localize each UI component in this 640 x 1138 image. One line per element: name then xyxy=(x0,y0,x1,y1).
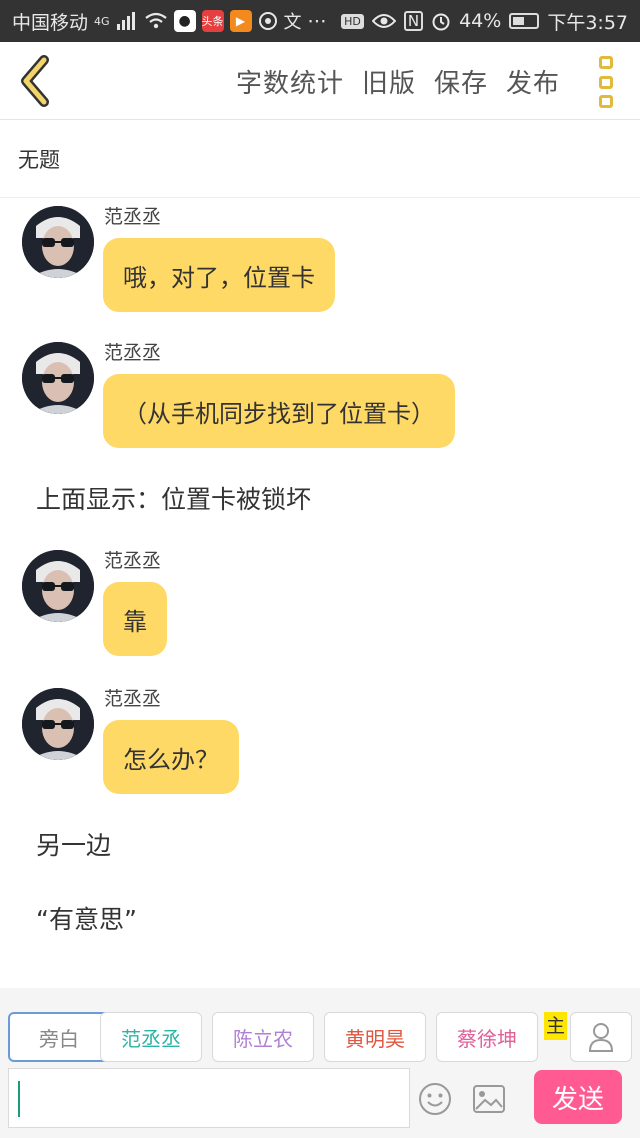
text-cursor xyxy=(18,1081,20,1117)
wifi-icon xyxy=(144,12,167,29)
chat-message[interactable]: 范丞丞 怎么办？ xyxy=(22,684,282,796)
main-character-tag[interactable]: 主 xyxy=(544,1012,568,1040)
role-fan-chengcheng[interactable]: 范丞丞 xyxy=(100,1012,202,1062)
message-bubble: （从手机同步找到了位置卡） xyxy=(103,374,455,448)
avatar xyxy=(22,206,94,278)
role-narrator[interactable]: 旁白 xyxy=(8,1012,110,1062)
character-manage-button[interactable] xyxy=(570,1012,632,1062)
video-app-icon: ▶ xyxy=(229,10,252,32)
more-icon[interactable] xyxy=(594,56,618,108)
message-bubble: 怎么办？ xyxy=(103,720,239,794)
editor-toolbar: 字数统计 旧版 保存 发布 xyxy=(0,42,640,120)
sender-name: 范丞丞 xyxy=(104,688,162,710)
back-arrow-icon xyxy=(21,55,49,107)
role-label: 黄明昊 xyxy=(345,1026,405,1051)
signal-icon xyxy=(116,12,135,30)
publish-button[interactable]: 发布 xyxy=(506,63,560,100)
avatar xyxy=(22,342,94,414)
narration-text[interactable]: “有意思” xyxy=(36,900,137,936)
sender-name: 范丞丞 xyxy=(104,342,162,364)
nfc-icon: N xyxy=(403,11,424,31)
network-type: 4G xyxy=(94,14,110,28)
chat-area: 范丞丞 哦，对了，位置卡 范丞丞 （从手机同步找到了位置卡） 上面显示：位置卡被… xyxy=(0,198,640,988)
more-notifications-icon: ⋯ xyxy=(307,10,327,32)
avatar xyxy=(22,550,94,622)
chat-message[interactable]: 范丞丞 哦，对了，位置卡 xyxy=(22,202,382,314)
battery-icon xyxy=(509,13,540,29)
role-chen-linong[interactable]: 陈立农 xyxy=(212,1012,314,1062)
alarm-icon xyxy=(432,13,450,31)
role-selector: 旁白 范丞丞 陈立农 黄明昊 蔡徐坤 xyxy=(8,1012,568,1062)
avatar xyxy=(22,688,94,760)
composer-panel: 旁白 范丞丞 陈立农 黄明昊 蔡徐坤 主 发送 xyxy=(0,988,640,1138)
role-huang-minghao[interactable]: 黄明昊 xyxy=(324,1012,426,1062)
sender-name: 范丞丞 xyxy=(104,206,162,228)
message-bubble: 靠 xyxy=(103,582,167,656)
translate-icon: 文 xyxy=(283,12,302,33)
back-button[interactable] xyxy=(14,54,58,108)
role-label: 蔡徐坤 xyxy=(457,1026,517,1051)
old-version-button[interactable]: 旧版 xyxy=(362,63,416,100)
role-cai-xukun[interactable]: 蔡徐坤 xyxy=(436,1012,538,1062)
word-count-button[interactable]: 字数统计 xyxy=(236,63,344,100)
role-label: 陈立农 xyxy=(233,1026,293,1051)
status-bar: 中国移动 4G ● 头条 ▶ 文 ⋯ HD N 44% 下午3:57 xyxy=(0,0,640,42)
save-button[interactable]: 保存 xyxy=(434,63,488,100)
image-icon[interactable] xyxy=(472,1083,506,1115)
story-title-row[interactable]: 无题 xyxy=(0,120,640,198)
chat-message[interactable]: 范丞丞 （从手机同步找到了位置卡） xyxy=(22,338,522,450)
narration-text[interactable]: 另一边 xyxy=(36,826,111,862)
hd-icon: HD xyxy=(341,13,364,29)
narration-text[interactable]: 上面显示：位置卡被锁坏 xyxy=(36,480,311,516)
role-label: 旁白 xyxy=(39,1026,79,1051)
story-title: 无题 xyxy=(18,147,60,172)
eye-icon xyxy=(371,14,396,28)
role-label: 范丞丞 xyxy=(121,1026,181,1051)
toutiao-badge-text: 头条 xyxy=(201,15,224,28)
toutiao-app-icon: 头条 xyxy=(201,10,224,32)
clock: 下午3:57 xyxy=(547,11,628,34)
send-button[interactable]: 发送 xyxy=(534,1070,622,1124)
message-input[interactable] xyxy=(8,1068,410,1128)
message-bubble: 哦，对了，位置卡 xyxy=(103,238,335,312)
paw-app-icon: ● xyxy=(173,10,196,32)
person-icon xyxy=(588,1023,614,1052)
sender-name: 范丞丞 xyxy=(104,550,162,572)
shield-icon xyxy=(258,12,277,30)
chat-message[interactable]: 范丞丞 靠 xyxy=(22,546,242,658)
battery-percent: 44% xyxy=(459,10,502,32)
carrier-name: 中国移动 xyxy=(12,11,89,34)
emoji-icon[interactable] xyxy=(418,1082,452,1116)
